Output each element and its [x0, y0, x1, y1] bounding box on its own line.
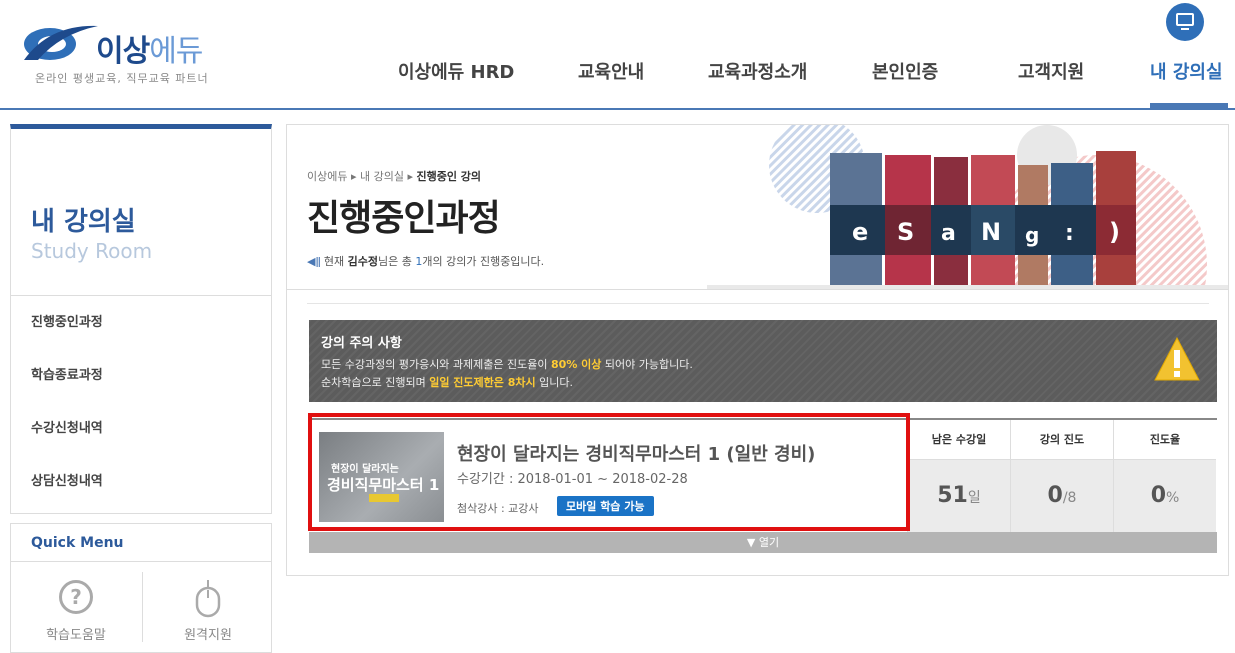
page-banner: 이상에듀 ▸ 내 강의실 ▸ 진행중인 강의 진행중인과정 ◀ǁ 현재 김수정님은…	[287, 125, 1228, 290]
course-info[interactable]: 현장이 달라지는 경비직무마스터 1 현장이 달라지는 경비직무마스터 1 (일…	[309, 420, 907, 532]
site-logo[interactable]: 이상에듀 온라인 평생교육, 직무교육 파트너	[20, 18, 250, 88]
quick-help-button[interactable]: ? 학습도움말	[11, 572, 141, 652]
notice-line-1: 모든 수강과정의 평가응시와 과제제출은 진도율이 80% 이상 되어야 가능합…	[321, 358, 693, 371]
logo-tagline: 온라인 평생교육, 직무교육 파트너	[35, 72, 209, 85]
nav-item-identity-verification[interactable]: 본인인증	[872, 58, 938, 84]
remaining-days-value: 51	[937, 483, 968, 508]
book-letter: e	[852, 218, 868, 246]
breadcrumb-classroom[interactable]: 내 강의실	[360, 170, 404, 183]
speaker-icon: ◀ǁ	[307, 255, 321, 268]
sidebar: 내 강의실 Study Room 진행중인과정 학습종료과정 수강신청내역 상담…	[10, 124, 272, 514]
course-teacher: 첨삭강사 : 교강사	[457, 502, 539, 515]
site-header: 이상에듀 온라인 평생교육, 직무교육 파트너 이상에듀 HRD 교육안내 교육…	[0, 0, 1235, 110]
sidebar-item-completed[interactable]: 학습종료과정	[11, 349, 271, 402]
lecture-progress-value: 0	[1047, 483, 1063, 508]
nav-item-customer-support[interactable]: 고객지원	[1018, 58, 1084, 84]
book-letter: S	[897, 218, 914, 246]
page-description: ◀ǁ 현재 김수정님은 총 1개의 강의가 진행중입니다.	[307, 255, 545, 268]
sidebar-item-consultation-history[interactable]: 상담신청내역	[11, 455, 271, 508]
logo-swoosh-icon	[24, 25, 98, 60]
question-icon: ?	[59, 580, 93, 614]
sidebar-title: 내 강의실	[31, 207, 136, 237]
notice-line-2: 순차학습으로 진행되며 일일 진도제한은 8차시 입니다.	[321, 376, 573, 389]
my-classroom-icon[interactable]	[1166, 3, 1204, 41]
stat-remaining-days: 남은 수강일 51일	[907, 420, 1010, 532]
book-letter: )	[1109, 218, 1120, 246]
mouse-icon	[195, 580, 221, 618]
thumbnail-caption: 현장이 달라지는	[331, 464, 399, 475]
course-stats: 남은 수강일 51일 강의 진도 0/8 진도율 0%	[907, 420, 1217, 532]
breadcrumb-home[interactable]: 이상에듀	[307, 170, 347, 183]
book-letter: g	[1025, 223, 1039, 247]
nav-item-my-classroom[interactable]: 내 강의실	[1150, 58, 1223, 84]
logo-text: 이상에듀	[96, 34, 203, 69]
stat-lecture-progress: 강의 진도 0/8	[1010, 420, 1113, 532]
course-title[interactable]: 현장이 달라지는 경비직무마스터 1 (일반 경비)	[457, 440, 815, 466]
nav-item-hrd[interactable]: 이상에듀 HRD	[398, 58, 514, 84]
expand-toggle[interactable]: ▼ 열기	[309, 532, 1217, 553]
mobile-learning-badge: 모바일 학습 가능	[557, 496, 654, 516]
progress-rate-value: 0	[1150, 483, 1166, 508]
books-illustration: e S a N g : )	[707, 125, 1228, 289]
thumbnail-tag	[369, 494, 399, 502]
quick-remote-button[interactable]: 원격지원	[143, 572, 273, 652]
quick-help-label: 학습도움말	[46, 628, 106, 643]
breadcrumb: 이상에듀 ▸ 내 강의실 ▸ 진행중인 강의	[307, 170, 482, 183]
nav-item-education-guide[interactable]: 교육안내	[578, 58, 644, 84]
notice-title: 강의 주의 사항	[321, 336, 402, 351]
course-card: 현장이 달라지는 경비직무마스터 1 현장이 달라지는 경비직무마스터 1 (일…	[309, 418, 1217, 553]
lecture-notice: 강의 주의 사항 모든 수강과정의 평가응시와 과제제출은 진도율이 80% 이…	[309, 320, 1217, 402]
main-panel: 이상에듀 ▸ 내 강의실 ▸ 진행중인 강의 진행중인과정 ◀ǁ 현재 김수정님은…	[286, 124, 1229, 576]
quick-remote-label: 원격지원	[184, 628, 232, 643]
quick-menu-title: Quick Menu	[11, 524, 271, 562]
nav-active-indicator	[1150, 103, 1228, 108]
breadcrumb-current: 진행중인 강의	[416, 170, 482, 183]
warning-icon	[1154, 336, 1200, 381]
book-letter: :	[1065, 221, 1074, 246]
course-period: 수강기간 : 2018-01-01 ~ 2018-02-28	[457, 472, 688, 487]
book-letter: a	[941, 221, 956, 246]
section-divider	[307, 303, 1209, 304]
page-title: 진행중인과정	[307, 198, 501, 239]
sidebar-item-in-progress[interactable]: 진행중인과정	[11, 296, 271, 349]
course-thumbnail[interactable]: 현장이 달라지는 경비직무마스터 1	[319, 432, 444, 522]
sidebar-subtitle: Study Room	[31, 239, 153, 263]
sidebar-item-enrollment-history[interactable]: 수강신청내역	[11, 402, 271, 455]
stat-progress-rate: 진도율 0%	[1113, 420, 1216, 532]
thumbnail-title: 경비직무마스터 1	[327, 476, 440, 494]
sidebar-menu: 진행중인과정 학습종료과정 수강신청내역 상담신청내역	[11, 295, 271, 508]
book-letter: N	[981, 218, 1001, 246]
nav-item-course-intro[interactable]: 교육과정소개	[708, 58, 807, 84]
quick-menu: Quick Menu ? 학습도움말 원격지원	[10, 523, 272, 653]
